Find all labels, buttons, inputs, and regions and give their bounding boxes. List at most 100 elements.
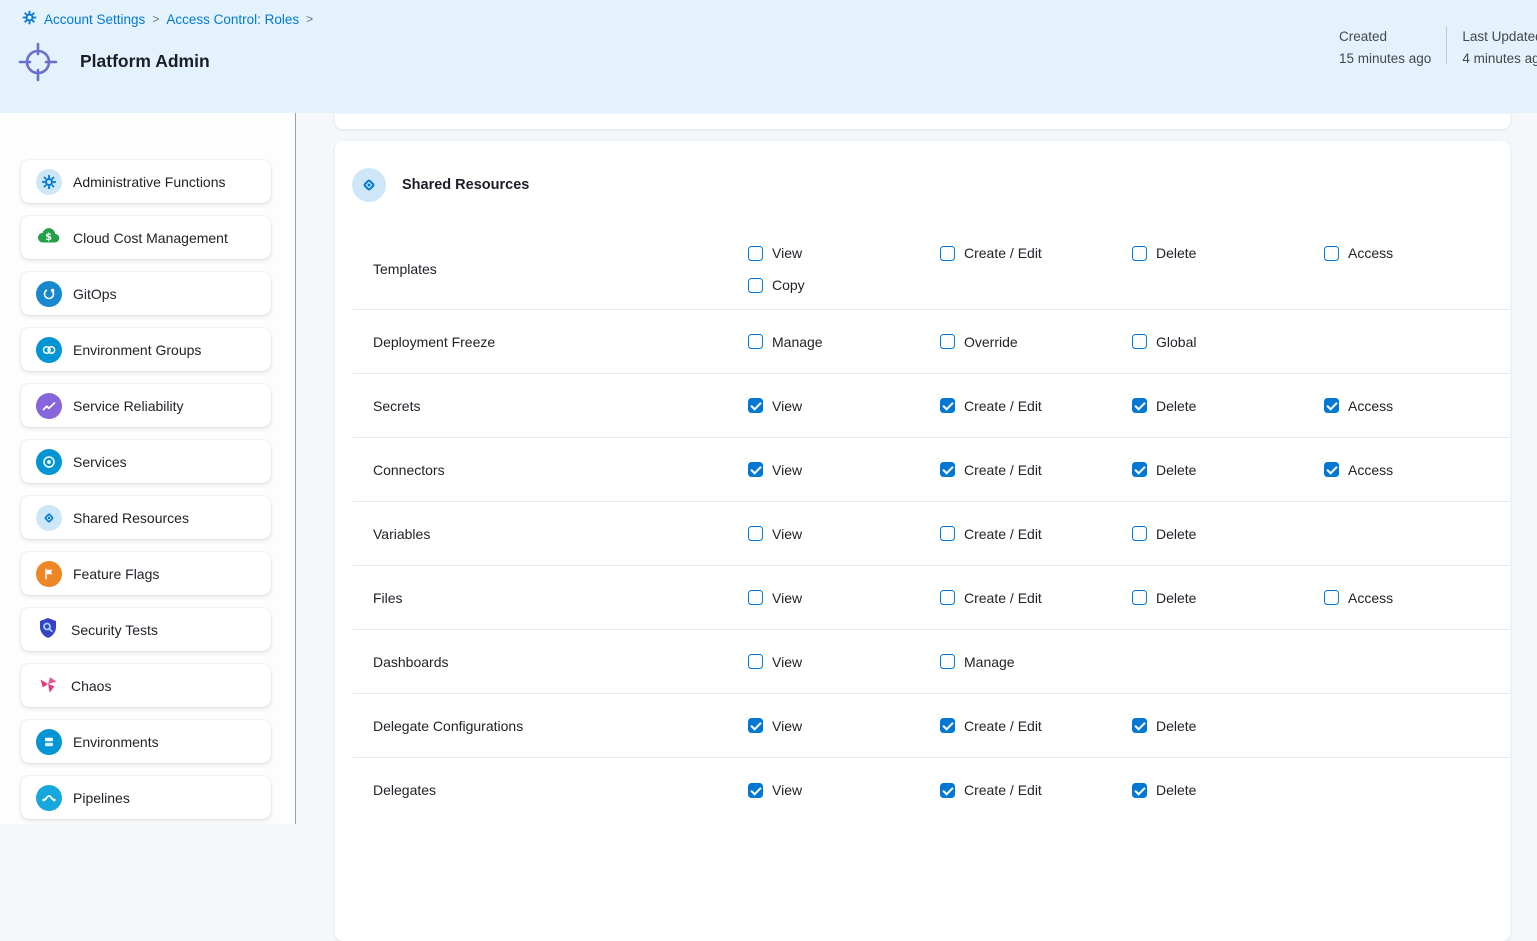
checkbox-variables-create-edit[interactable]	[940, 526, 955, 541]
checkbox-templates-view[interactable]	[748, 246, 763, 261]
permission-cell: Delete	[1132, 590, 1324, 606]
environment-groups-icon	[36, 337, 62, 363]
sidebar-item-label: Feature Flags	[73, 566, 159, 582]
checkbox-dashboards-view[interactable]	[748, 654, 763, 669]
checkbox-files-delete[interactable]	[1132, 590, 1147, 605]
security-tests-icon	[36, 616, 60, 643]
checkbox-secrets-create-edit[interactable]	[940, 398, 955, 413]
checkbox-delegate-configurations-view[interactable]	[748, 718, 763, 733]
sidebar-item-cloud-cost-management[interactable]: $Cloud Cost Management	[21, 216, 271, 259]
checkbox-delegates-delete[interactable]	[1132, 783, 1147, 798]
page-header: Account Settings > Access Control: Roles…	[0, 0, 1537, 113]
sidebar-item-pipelines[interactable]: Pipelines	[21, 776, 271, 819]
sidebar-item-shared-resources[interactable]: Shared Resources	[21, 496, 271, 539]
checkbox-delegate-configurations-create-edit[interactable]	[940, 718, 955, 733]
checkbox-templates-delete[interactable]	[1132, 246, 1147, 261]
last-updated-meta: Last Updated 4 minutes ago	[1462, 26, 1537, 70]
checkbox-delegate-configurations-delete[interactable]	[1132, 718, 1147, 733]
role-meta: Created 15 minutes ago Last Updated 4 mi…	[1339, 26, 1537, 70]
checkbox-connectors-delete[interactable]	[1132, 462, 1147, 477]
service-reliability-icon	[36, 393, 62, 419]
permission-row-delegates: DelegatesViewCreate / EditDelete	[353, 758, 1510, 822]
checkbox-connectors-create-edit[interactable]	[940, 462, 955, 477]
pipelines-icon	[36, 785, 62, 811]
checkbox-variables-delete[interactable]	[1132, 526, 1147, 541]
permission-cell: View	[748, 782, 940, 798]
permission-cell: Delete	[1132, 462, 1324, 478]
sidebar-item-services[interactable]: Services	[21, 440, 271, 483]
checkbox-label: Access	[1348, 398, 1393, 414]
checkbox-templates-copy[interactable]	[748, 278, 763, 293]
checkbox-files-view[interactable]	[748, 590, 763, 605]
sidebar-item-administrative-functions[interactable]: Administrative Functions	[21, 160, 271, 203]
checkbox-label: Delete	[1156, 398, 1196, 414]
checkbox-secrets-delete[interactable]	[1132, 398, 1147, 413]
checkbox-label: View	[772, 398, 802, 414]
permission-cell: Global	[1132, 334, 1324, 350]
permission-cell: Create / Edit	[940, 462, 1132, 478]
created-label: Created	[1339, 26, 1431, 48]
checkbox-label: Create / Edit	[964, 782, 1042, 798]
sidebar-item-security-tests[interactable]: Security Tests	[21, 608, 271, 651]
resource-label: Files	[353, 590, 748, 606]
sidebar-item-label: Shared Resources	[73, 510, 189, 526]
permission-row-templates: TemplatesViewCreate / EditDeleteAccessCo…	[353, 229, 1510, 310]
last-updated-value: 4 minutes ago	[1462, 48, 1537, 70]
checkbox-deployment-freeze-manage[interactable]	[748, 334, 763, 349]
permission-cell: View	[748, 526, 940, 542]
checkbox-dashboards-manage[interactable]	[940, 654, 955, 669]
feature-flags-icon	[36, 561, 62, 587]
breadcrumb: Account Settings > Access Control: Roles…	[22, 10, 313, 28]
checkbox-deployment-freeze-global[interactable]	[1132, 334, 1147, 349]
checkbox-label: Access	[1348, 245, 1393, 261]
checkbox-variables-view[interactable]	[748, 526, 763, 541]
breadcrumb-access-control-roles[interactable]: Access Control: Roles	[166, 12, 299, 27]
permission-cell: View	[748, 590, 940, 606]
checkbox-label: View	[772, 654, 802, 670]
sidebar-item-environment-groups[interactable]: Environment Groups	[21, 328, 271, 371]
sidebar-item-label: Services	[73, 454, 127, 470]
resource-label: Connectors	[353, 462, 748, 478]
checkbox-deployment-freeze-override[interactable]	[940, 334, 955, 349]
permission-cell: Create / Edit	[940, 782, 1132, 798]
checkbox-files-access[interactable]	[1324, 590, 1339, 605]
checkbox-connectors-access[interactable]	[1324, 462, 1339, 477]
checkbox-templates-access[interactable]	[1324, 246, 1339, 261]
permission-row-delegate-configurations: Delegate ConfigurationsViewCreate / Edit…	[353, 694, 1510, 758]
checkbox-label: Create / Edit	[964, 590, 1042, 606]
sidebar-item-feature-flags[interactable]: Feature Flags	[21, 552, 271, 595]
breadcrumb-separator: >	[306, 12, 313, 26]
permission-cell: Access	[1324, 398, 1516, 414]
checkbox-label: Manage	[772, 334, 823, 350]
checkbox-delegates-create-edit[interactable]	[940, 783, 955, 798]
checkbox-delegates-view[interactable]	[748, 783, 763, 798]
resource-label: Dashboards	[353, 654, 748, 670]
permission-cell: Manage	[748, 334, 940, 350]
permission-cell: Create / Edit	[940, 718, 1132, 734]
sidebar-item-gitops[interactable]: GitOps	[21, 272, 271, 315]
sidebar-item-service-reliability[interactable]: Service Reliability	[21, 384, 271, 427]
breadcrumb-account-settings[interactable]: Account Settings	[44, 12, 145, 27]
permission-cell: Copy	[748, 277, 940, 293]
settings-gear-icon	[22, 10, 37, 28]
checkbox-label: View	[772, 782, 802, 798]
permission-cell: Access	[1324, 462, 1516, 478]
permission-row-variables: VariablesViewCreate / EditDelete	[353, 502, 1510, 566]
checkbox-connectors-view[interactable]	[748, 462, 763, 477]
checkbox-secrets-access[interactable]	[1324, 398, 1339, 413]
permission-row-secrets: SecretsViewCreate / EditDeleteAccess	[353, 374, 1510, 438]
page-title: Platform Admin	[80, 51, 210, 72]
sidebar-item-label: Security Tests	[71, 622, 158, 638]
crosshair-icon	[16, 40, 60, 89]
sidebar-item-environments[interactable]: Environments	[21, 720, 271, 763]
checkbox-secrets-view[interactable]	[748, 398, 763, 413]
shared-resources-icon	[36, 505, 62, 531]
checkbox-files-create-edit[interactable]	[940, 590, 955, 605]
checkbox-label: Global	[1156, 334, 1196, 350]
checkbox-label: Delete	[1156, 526, 1196, 542]
permission-cell: Delete	[1132, 782, 1324, 798]
sidebar-item-chaos[interactable]: Chaos	[21, 664, 271, 707]
checkbox-label: Create / Edit	[964, 245, 1042, 261]
checkbox-templates-create-edit[interactable]	[940, 246, 955, 261]
chaos-icon	[36, 672, 60, 699]
